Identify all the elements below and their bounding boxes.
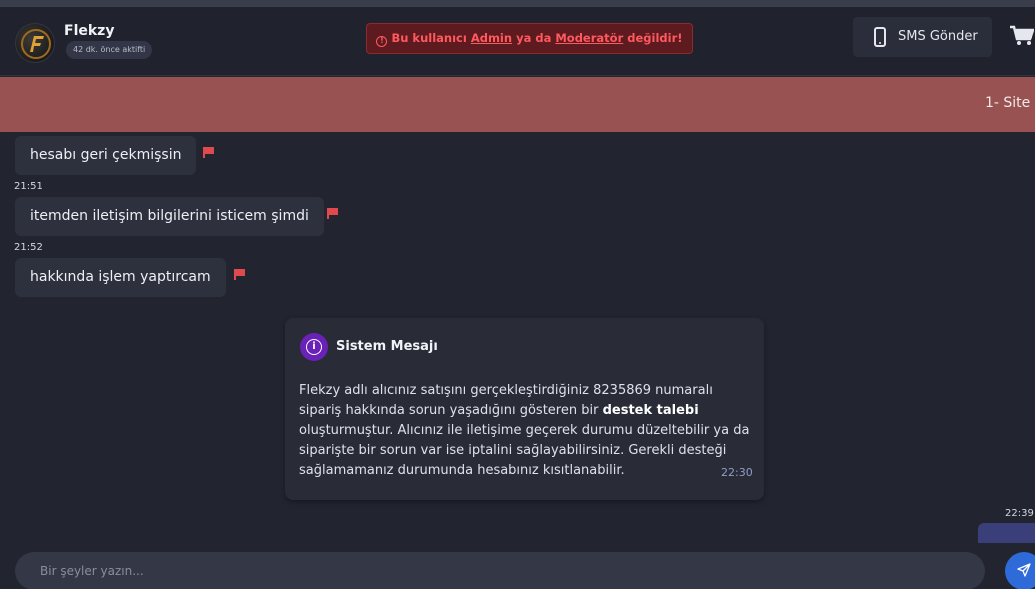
user-avatar[interactable] [15, 23, 55, 63]
system-message-title: Sistem Mesajı [336, 339, 438, 354]
warning-role-moderator[interactable]: Moderatör [555, 31, 623, 45]
warning-suffix: değildir! [627, 31, 683, 45]
avatar-logo-icon [21, 29, 51, 59]
message-input[interactable] [15, 552, 985, 589]
message-composer [0, 543, 1035, 589]
message-bubble: hakkında işlem yaptırcam [15, 258, 226, 297]
report-flag-icon[interactable] [234, 269, 245, 280]
message-time: 21:52 [14, 242, 43, 253]
warning-prefix: Bu kullanıcı [391, 31, 467, 45]
last-seen-badge: 42 dk. önce aktifti [66, 41, 153, 59]
system-message-time: 22:30 [721, 466, 753, 479]
info-icon: i [300, 333, 328, 361]
message-time: 21:51 [14, 181, 43, 192]
sms-send-label: SMS Gönder [898, 29, 978, 44]
report-flag-icon[interactable] [203, 147, 214, 158]
support-ticket-text: destek talebi [602, 403, 699, 418]
message-bubble: hesabı geri çekmişsin [15, 136, 197, 175]
report-flag-icon[interactable] [327, 208, 338, 219]
warning-role-admin[interactable]: Admin [471, 31, 512, 45]
info-circle-icon: ! [376, 36, 388, 47]
announcement-banner: 1- Site Dışı [0, 77, 1035, 132]
sms-send-button[interactable]: SMS Gönder [853, 17, 992, 57]
send-button[interactable] [1005, 552, 1035, 589]
system-message-body: Flekzy adlı alıcınız satışını gerçekleşt… [299, 381, 754, 481]
system-message-card: i Sistem Mesajı Flekzy adlı alıcınız sat… [285, 318, 764, 500]
username[interactable]: Flekzy [64, 23, 114, 39]
message-bubble: itemden iletişim bilgilerini isticem şim… [15, 197, 324, 236]
announcement-text: 1- Site Dışı [985, 95, 1035, 111]
phone-icon [874, 27, 886, 47]
top-strip [0, 0, 1035, 7]
system-body-after: oluşturmuştur. Alıcınız ile iletişime ge… [299, 423, 750, 478]
send-icon [1017, 563, 1031, 577]
chat-header: Flekzy 42 dk. önce aktifti ! Bu kullanıcı… [0, 7, 1035, 76]
outgoing-message-time: 22:39 [1005, 508, 1034, 519]
outgoing-message-bubble [978, 523, 1035, 543]
warning-middle: ya da [516, 31, 552, 45]
not-admin-warning: ! Bu kullanıcı Admin ya da Moderatör deği… [366, 23, 693, 54]
cart-icon[interactable] [1010, 25, 1035, 53]
